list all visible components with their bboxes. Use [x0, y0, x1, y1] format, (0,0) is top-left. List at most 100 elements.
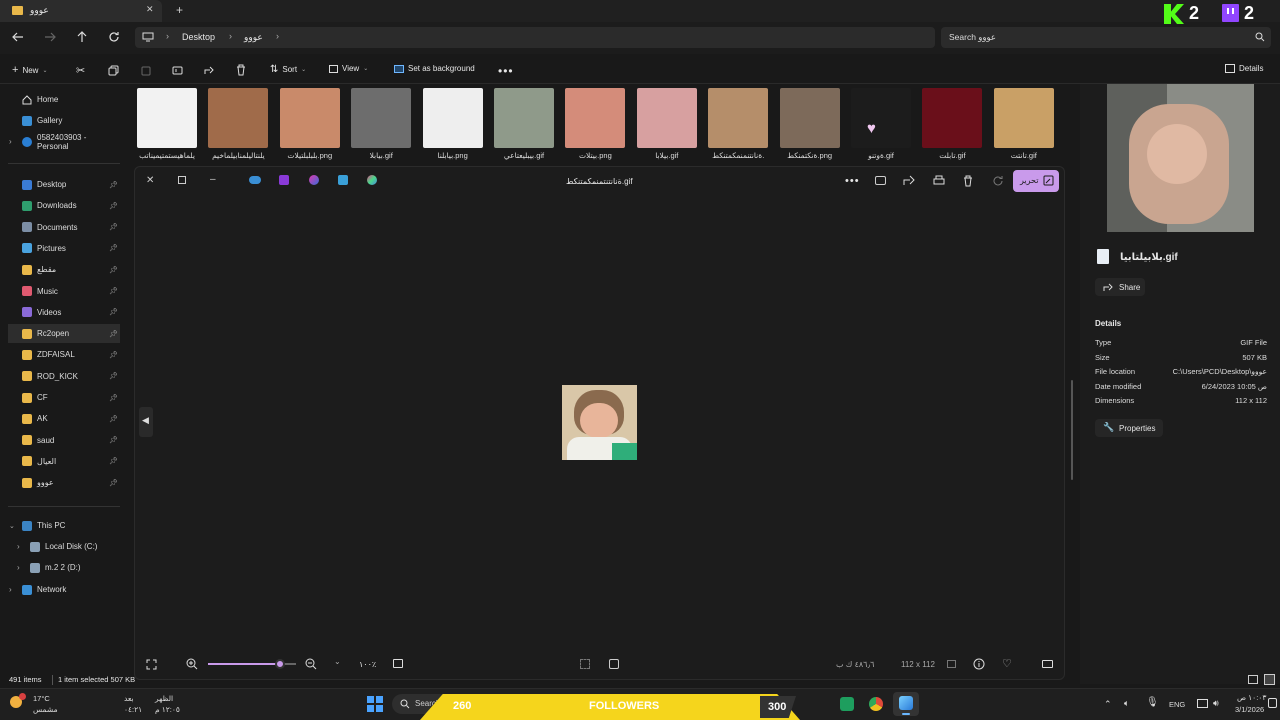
sidebar-item-quick-6[interactable]: Videos 📌︎ — [8, 303, 120, 322]
sidebar-item-this-pc[interactable]: ⌄ This PC — [8, 516, 120, 535]
onedrive-app-icon[interactable] — [249, 176, 261, 184]
sidebar-item-quick-13[interactable]: العيال 📌︎ — [8, 452, 120, 471]
zoom-out-icon[interactable] — [305, 658, 317, 670]
new-button[interactable]: + New ⌄ — [12, 64, 47, 76]
sidebar-item-quick-0[interactable]: Desktop 📌︎ — [8, 175, 120, 194]
sidebar-item-local-disk[interactable]: › Local Disk (C:) — [16, 537, 128, 556]
file-thumbnail[interactable] — [351, 88, 412, 148]
taskbar-photos-active[interactable] — [893, 692, 919, 716]
tab-current-folder[interactable]: عووو ✕ — [0, 0, 162, 22]
previous-image-button[interactable]: ◀ — [139, 407, 153, 437]
view-button[interactable]: View ⌄ — [329, 64, 368, 73]
sidebar-item-quick-1[interactable]: Downloads 📌︎ — [8, 196, 120, 215]
sidebar-item-quick-14[interactable]: عووو 📌︎ — [8, 473, 120, 492]
language-indicator[interactable]: ENG — [1169, 700, 1185, 709]
zoom-level[interactable]: ١٠٠٪ — [359, 660, 376, 669]
rotate-icon[interactable] — [992, 175, 1004, 187]
sidebar-item-quick-2[interactable]: Documents 📌︎ — [8, 218, 120, 237]
file-thumbnail[interactable] — [851, 88, 911, 148]
rename-icon[interactable] — [172, 65, 183, 76]
refresh-icon[interactable] — [108, 31, 120, 43]
file-name-label[interactable]: ةوتنو.gif — [846, 151, 916, 160]
photos-app-icon[interactable] — [338, 175, 348, 185]
ocr-icon[interactable] — [580, 659, 590, 669]
sidebar-item-quick-11[interactable]: AK 📌︎ — [8, 409, 120, 428]
details-button[interactable]: Details — [1225, 64, 1263, 73]
sidebar-item-network[interactable]: › Network — [8, 580, 120, 599]
visual-search-icon[interactable] — [609, 659, 619, 669]
share-icon[interactable] — [903, 175, 915, 186]
tiles-view-icon[interactable] — [1264, 674, 1275, 685]
expand-chevron-icon[interactable]: › — [9, 585, 12, 594]
network-monitor-icon[interactable] — [1197, 699, 1208, 708]
sidebar-item-quick-8[interactable]: ZDFAISAL 📌︎ — [8, 345, 120, 364]
file-name-label[interactable]: يلنتاليلمنابيلماخيم — [203, 151, 273, 160]
sidebar-item-quick-9[interactable]: ROD_KICK 📌︎ — [8, 367, 120, 386]
minimize-icon[interactable]: – — [210, 174, 216, 185]
file-thumbnail[interactable] — [208, 88, 269, 148]
zoom-in-icon[interactable] — [186, 658, 198, 670]
properties-button[interactable]: 🔧 Properties — [1095, 419, 1163, 437]
filmstrip-icon[interactable] — [1042, 660, 1053, 668]
file-name-label[interactable]: تانتت.gif — [989, 151, 1059, 160]
more-options-icon[interactable]: ••• — [498, 64, 514, 78]
file-name-label[interactable]: بيلابا.gif — [632, 151, 702, 160]
sidebar-item-onedrive[interactable]: › 0582403903 - Personal — [8, 132, 120, 151]
expand-chevron-icon[interactable]: › — [9, 137, 12, 146]
breadcrumb-folder[interactable]: عووو — [244, 32, 263, 43]
microphone-icon[interactable]: 🎙︎ — [1146, 697, 1159, 708]
file-thumbnail[interactable] — [993, 88, 1054, 148]
file-thumbnail[interactable] — [422, 88, 483, 148]
close-tab-icon[interactable]: ✕ — [146, 4, 154, 15]
sidebar-item-quick-7[interactable]: Rc2open 📌︎ — [8, 324, 120, 344]
file-name-label[interactable]: يلماهيستمتيميناتب — [132, 151, 202, 160]
sidebar-item-quick-4[interactable]: مقطع 📌︎ — [8, 260, 120, 279]
file-thumbnail[interactable] — [708, 88, 769, 148]
file-name-label[interactable]: بلبلبلتيلات.png — [275, 151, 345, 160]
file-thumbnail[interactable] — [636, 88, 697, 148]
clipchamp-icon[interactable] — [279, 175, 289, 185]
fullscreen-icon[interactable] — [146, 659, 157, 670]
maximize-icon[interactable] — [178, 176, 186, 184]
chrome-icon[interactable] — [869, 697, 883, 711]
close-viewer-icon[interactable]: ✕ — [146, 175, 154, 186]
forward-arrow-icon[interactable] — [44, 32, 56, 42]
slideshow-icon[interactable] — [875, 176, 886, 185]
favorite-heart-icon[interactable]: ♡ — [1002, 657, 1012, 670]
designer-icon[interactable] — [309, 175, 319, 185]
speaker-icon[interactable]: 🔈︎ — [1124, 698, 1129, 709]
edit-button[interactable]: تحرير — [1013, 170, 1059, 192]
chevron-down-icon[interactable]: ⌄ — [334, 657, 341, 666]
copilot-icon[interactable] — [367, 175, 377, 185]
file-name-label[interactable]: بيابلا.gif — [346, 151, 416, 160]
file-name-label[interactable]: ةنكتمنكط.png — [775, 151, 845, 160]
sidebar-item-home[interactable]: Home — [8, 90, 120, 109]
sidebar-item-quick-10[interactable]: CF 📌︎ — [8, 388, 120, 407]
clock-date[interactable]: 3/1/2026 — [1235, 705, 1264, 714]
taskbar-app-icon[interactable] — [840, 697, 854, 711]
cut-icon[interactable]: ✂ — [76, 64, 85, 77]
paste-icon[interactable] — [141, 65, 151, 76]
weather-temp[interactable]: 17°C — [33, 694, 50, 703]
notification-icon[interactable] — [1268, 698, 1277, 708]
info-icon[interactable] — [973, 658, 985, 670]
windows-start-icon[interactable] — [367, 696, 383, 712]
expand-chevron-icon[interactable]: › — [17, 542, 20, 551]
set-background-button[interactable]: Set as background — [394, 64, 475, 73]
tray-chevron-up-icon[interactable]: ⌃ — [1104, 699, 1112, 710]
file-name-label[interactable]: بيابلنا.png — [418, 151, 488, 160]
search-input[interactable]: Search عووو — [941, 27, 1271, 48]
sidebar-item-quick-12[interactable]: saud 📌︎ — [8, 431, 120, 450]
file-thumbnail[interactable] — [922, 88, 983, 148]
back-arrow-icon[interactable] — [12, 32, 24, 42]
file-thumbnail[interactable] — [279, 88, 340, 148]
scrollbar-thumb[interactable] — [1071, 380, 1073, 480]
sidebar-item-m2-drive[interactable]: › m.2 2 (D:) — [16, 558, 128, 577]
new-tab-button[interactable]: + — [176, 3, 183, 17]
sidebar-item-quick-3[interactable]: Pictures 📌︎ — [8, 239, 120, 258]
file-thumbnail[interactable] — [779, 88, 840, 148]
volume-icon[interactable]: 🔊︎ — [1213, 698, 1219, 709]
fit-to-window-icon[interactable] — [393, 659, 403, 668]
file-name-label[interactable]: بيبليعتاعي.gif — [489, 151, 559, 160]
sort-button[interactable]: ⇅ Sort ⌄ — [270, 64, 306, 75]
